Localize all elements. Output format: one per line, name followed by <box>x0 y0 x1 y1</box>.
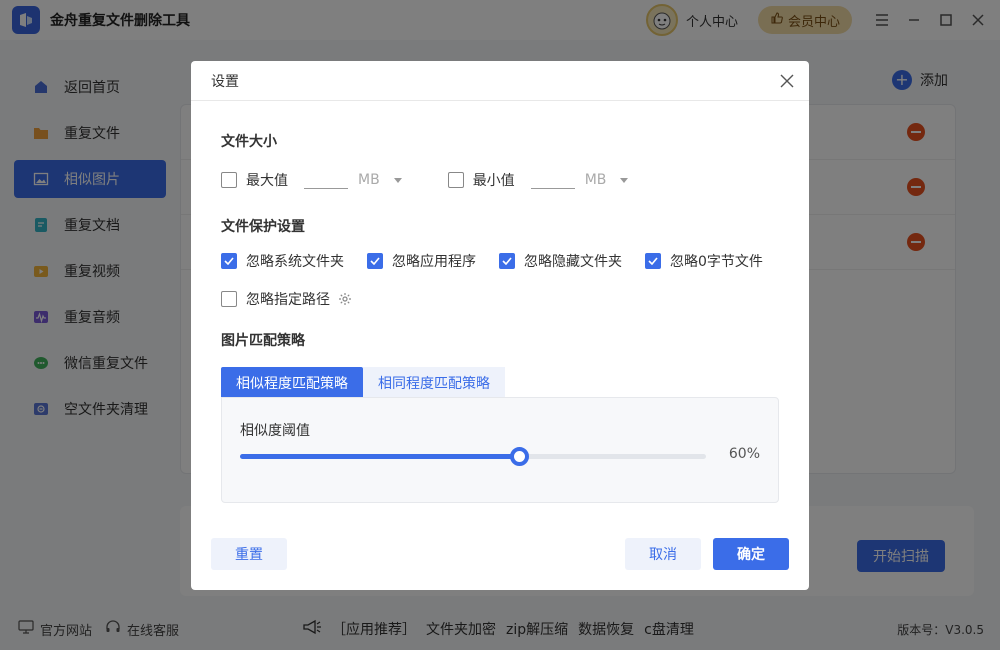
checkbox-checked[interactable] <box>221 253 237 269</box>
ignore-path-checkbox[interactable] <box>221 291 237 307</box>
min-size-unit-select[interactable]: MB <box>585 172 629 188</box>
threshold-value: 60% <box>728 446 760 462</box>
max-size-label: 最大值 <box>246 173 288 189</box>
max-size-input[interactable] <box>304 171 348 189</box>
file-size-row: 最大值 MB 最小值 MB <box>221 170 629 190</box>
unit-label: MB <box>584 172 607 188</box>
checkbox-checked[interactable] <box>367 253 383 269</box>
strategy-tabs: 相似程度匹配策略 相同程度匹配策略 <box>221 367 505 398</box>
checkbox-checked[interactable] <box>645 253 661 269</box>
match-strategy-section-title: 图片匹配策略 <box>221 333 305 349</box>
cancel-button[interactable]: 取消 <box>625 538 701 570</box>
protection-section-title: 文件保护设置 <box>221 219 305 235</box>
tab-similar-strategy[interactable]: 相似程度匹配策略 <box>221 367 363 398</box>
slider-fill <box>240 454 520 459</box>
file-size-section-title: 文件大小 <box>221 134 277 150</box>
ignore-path-label: 忽略指定路径 <box>246 292 330 308</box>
protection-options: 忽略系统文件夹 忽略应用程序 忽略隐藏文件夹 忽略0字节文件 <box>221 251 763 271</box>
reset-button[interactable]: 重置 <box>211 538 287 570</box>
ignore-system-folder-option[interactable]: 忽略系统文件夹 <box>221 251 344 271</box>
unit-label: MB <box>358 172 380 188</box>
min-size-input[interactable] <box>530 171 575 189</box>
settings-dialog: 设置 文件大小 最大值 MB 最小值 MB 文件保护设置 忽略系统文件夹 忽略应… <box>191 61 809 590</box>
option-label: 忽略应用程序 <box>392 254 476 270</box>
chevron-down-icon <box>620 177 629 183</box>
threshold-label: 相似度阈值 <box>240 423 310 439</box>
max-size-checkbox[interactable] <box>221 172 237 188</box>
gear-icon[interactable] <box>338 292 352 306</box>
ignore-zero-byte-option[interactable]: 忽略0字节文件 <box>645 251 763 271</box>
ignore-path-row: 忽略指定路径 <box>221 289 352 309</box>
option-label: 忽略系统文件夹 <box>246 254 344 270</box>
ok-button[interactable]: 确定 <box>713 538 789 570</box>
dialog-title: 设置 <box>211 73 239 90</box>
checkbox-checked[interactable] <box>499 253 515 269</box>
min-size-checkbox[interactable] <box>447 172 464 188</box>
dialog-header: 设置 <box>191 61 809 101</box>
max-size-unit-select[interactable]: MB <box>358 172 402 188</box>
min-size-label: 最小值 <box>472 173 515 189</box>
tab-identical-strategy[interactable]: 相同程度匹配策略 <box>363 367 505 398</box>
slider-thumb[interactable] <box>510 447 530 466</box>
strategy-tab-panel: 相似度阈值 60% <box>221 397 779 503</box>
option-label: 忽略0字节文件 <box>670 254 763 270</box>
ignore-hidden-folder-option[interactable]: 忽略隐藏文件夹 <box>499 251 622 271</box>
ignore-applications-option[interactable]: 忽略应用程序 <box>367 251 476 271</box>
threshold-slider[interactable] <box>240 447 706 466</box>
option-label: 忽略隐藏文件夹 <box>524 254 622 270</box>
chevron-down-icon <box>393 177 402 183</box>
close-icon[interactable] <box>777 71 797 91</box>
